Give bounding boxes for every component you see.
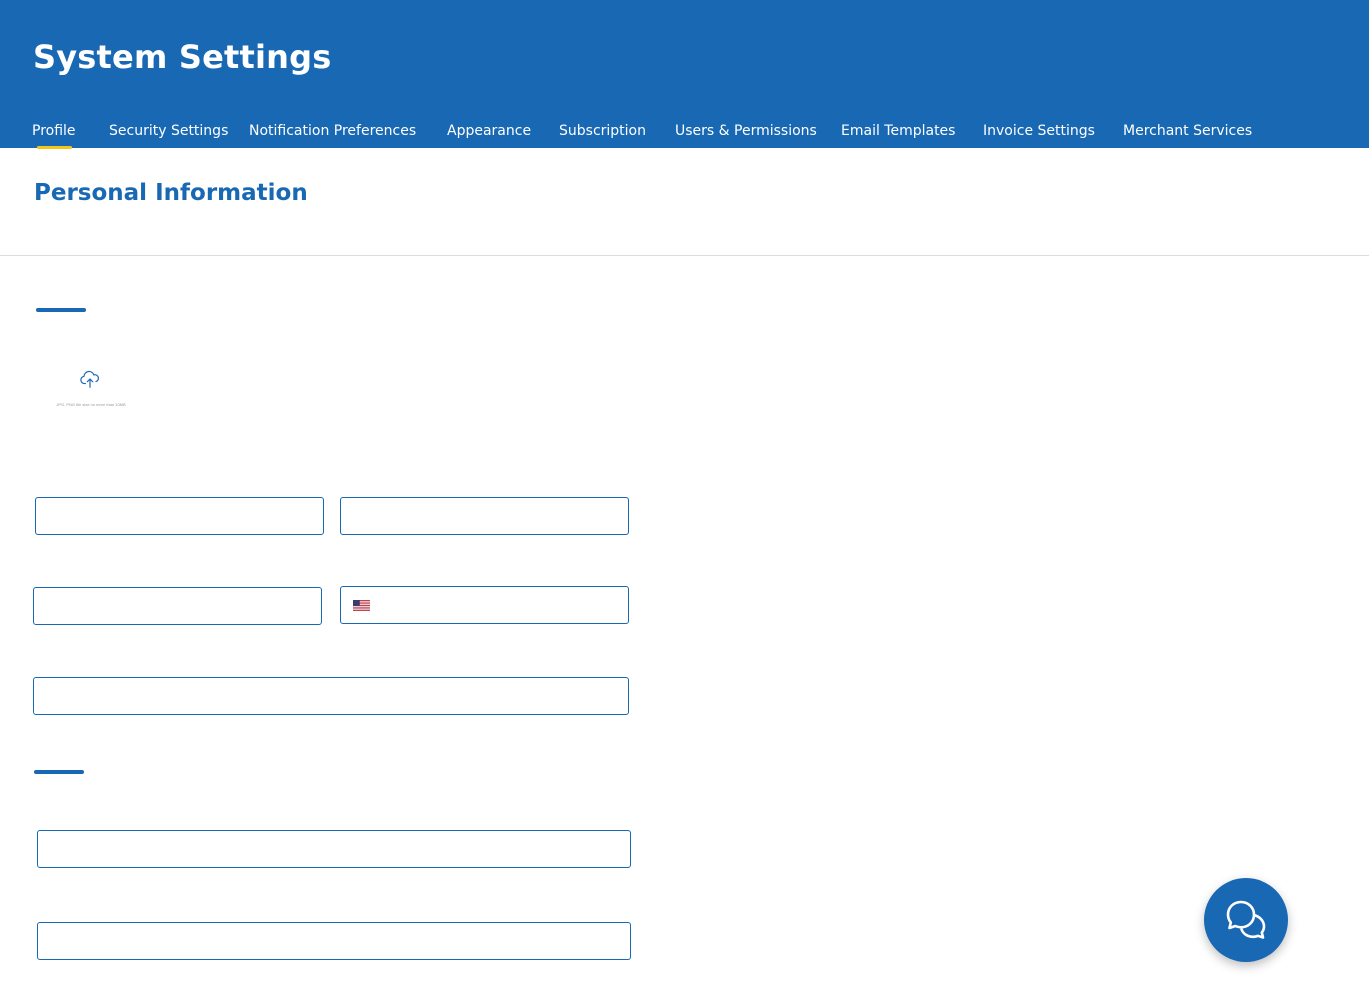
tab-email-templates[interactable]: Email Templates — [841, 121, 955, 141]
text-input[interactable] — [38, 923, 630, 959]
avatar-upload[interactable]: JPG, PNG file size no more than 10MB — [44, 365, 138, 415]
phone-input[interactable] — [341, 587, 628, 623]
us-flag-icon[interactable] — [353, 600, 370, 611]
text-input[interactable] — [38, 831, 630, 867]
tab-appearance[interactable]: Appearance — [447, 121, 531, 141]
tab-subscription[interactable]: Subscription — [559, 121, 646, 141]
phone-field — [340, 586, 629, 624]
subsection-accent-bar — [36, 308, 86, 312]
app-header: System Settings Profile Security Setting… — [0, 0, 1369, 149]
text-field — [37, 830, 631, 868]
tab-invoice-settings[interactable]: Invoice Settings — [983, 121, 1095, 141]
first-name-input[interactable] — [36, 498, 323, 534]
page-title: System Settings — [33, 38, 332, 76]
tab-notification-preferences[interactable]: Notification Preferences — [249, 121, 416, 141]
address-field — [33, 677, 629, 715]
active-tab-indicator — [37, 146, 72, 149]
cloud-upload-icon — [80, 370, 99, 388]
upload-hint: JPG, PNG file size no more than 10MB — [56, 402, 126, 407]
email-field — [33, 587, 322, 625]
chat-button[interactable] — [1204, 878, 1288, 962]
section-divider — [0, 255, 1369, 256]
last-name-input[interactable] — [341, 498, 628, 534]
section-title: Personal Information — [34, 180, 308, 206]
email-input[interactable] — [34, 588, 321, 624]
text-field — [37, 922, 631, 960]
subsection-accent-bar — [34, 770, 84, 774]
chat-bubbles-icon — [1226, 900, 1266, 939]
first-name-field — [35, 497, 324, 535]
tab-profile[interactable]: Profile — [32, 121, 76, 141]
last-name-field — [340, 497, 629, 535]
tab-merchant-services[interactable]: Merchant Services — [1123, 121, 1252, 141]
address-input[interactable] — [34, 678, 628, 714]
tab-users-permissions[interactable]: Users & Permissions — [675, 121, 817, 141]
tab-security-settings[interactable]: Security Settings — [109, 121, 228, 141]
